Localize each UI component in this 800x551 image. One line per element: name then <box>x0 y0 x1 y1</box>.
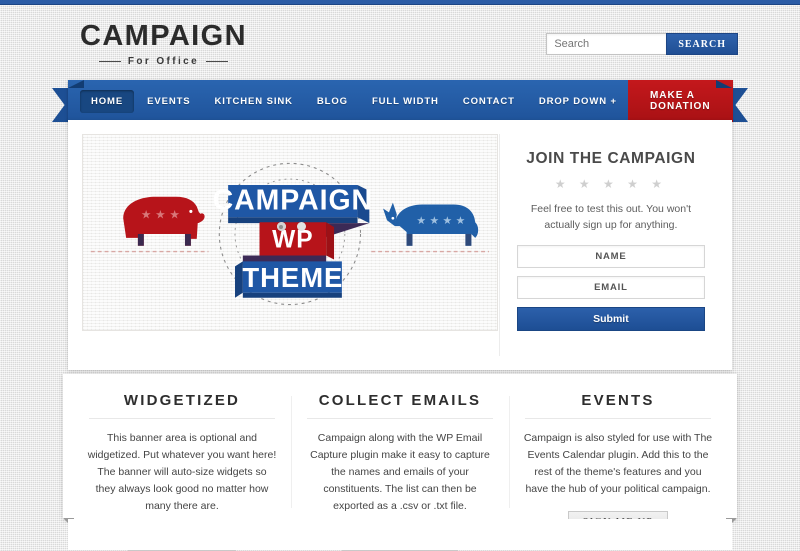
widget-collect-emails: COLLECT EMAILS Campaign along with the W… <box>291 392 509 551</box>
nav-bar: HOME EVENTS KITCHEN SINK BLOG FULL WIDTH… <box>68 80 733 122</box>
top-accent-bar <box>0 0 800 5</box>
svg-text:THEME: THEME <box>242 262 343 293</box>
nav-item-kitchen-sink[interactable]: KITCHEN SINK <box>204 90 304 113</box>
hero-slider[interactable]: ★ ★ ★ ★ ★ ★ ★ CAMPAIGN WP THEME <box>82 134 498 331</box>
star-rating-decoration: ★ ★ ★ ★ ★ <box>554 177 667 191</box>
nav-item-list: HOME EVENTS KITCHEN SINK BLOG FULL WIDTH… <box>68 89 628 113</box>
search-form: SEARCH <box>546 33 738 55</box>
search-input[interactable] <box>546 33 667 55</box>
name-input[interactable] <box>516 244 705 268</box>
main-content-panel: ★ ★ ★ ★ ★ ★ ★ CAMPAIGN WP THEME JOIN THE… <box>68 120 732 370</box>
nav-item-events[interactable]: EVENTS <box>136 90 201 113</box>
submit-button[interactable]: Submit <box>516 306 705 331</box>
hero-illustration: ★ ★ ★ ★ ★ ★ ★ CAMPAIGN WP THEME <box>90 162 489 306</box>
widget-divider <box>89 418 275 419</box>
svg-text:★ ★ ★: ★ ★ ★ <box>141 207 180 221</box>
widget-divider <box>307 418 493 419</box>
logo-rule-left <box>98 61 121 62</box>
signup-sidebar: JOIN THE CAMPAIGN ★ ★ ★ ★ ★ Feel free to… <box>498 134 718 356</box>
widget-text: This banner area is optional and widgeti… <box>87 432 277 512</box>
email-input[interactable] <box>516 275 705 299</box>
widget-text: Campaign is also styled for use with The… <box>523 432 713 495</box>
site-header: CAMPAIGN For Office SEARCH <box>0 6 800 78</box>
widget-title: EVENTS <box>581 392 655 409</box>
slider-pagination <box>80 222 502 231</box>
widget-divider <box>525 418 711 419</box>
logo-subtitle: For Office <box>127 56 200 67</box>
widget-widgetized: WIDGETIZED This banner area is optional … <box>73 392 291 551</box>
slider-dot-1[interactable] <box>276 222 286 231</box>
svg-text:CAMPAIGN: CAMPAIGN <box>213 184 373 216</box>
nav-item-home[interactable]: HOME <box>80 89 135 113</box>
nav-item-contact[interactable]: CONTACT <box>452 90 526 113</box>
signup-title: JOIN THE CAMPAIGN <box>526 150 696 167</box>
nav-item-drop-down[interactable]: DROP DOWN + <box>528 90 628 113</box>
widget-area: WIDGETIZED This banner area is optional … <box>63 374 737 551</box>
logo-rule-right <box>206 61 229 62</box>
widget-title: WIDGETIZED <box>123 392 241 409</box>
logo-title: CAMPAIGN <box>80 20 247 52</box>
signup-description: Feel free to test this out. You won't ac… <box>530 203 691 232</box>
logo-subtitle-wrap: For Office <box>80 56 247 67</box>
nav-item-blog[interactable]: BLOG <box>306 90 359 113</box>
widget-title: COLLECT EMAILS <box>318 392 482 409</box>
hero-banner-stack: CAMPAIGN WP THEME <box>213 184 373 298</box>
search-button[interactable]: SEARCH <box>666 33 738 55</box>
widget-text: Campaign along with the WP Email Capture… <box>310 432 490 512</box>
site-logo[interactable]: CAMPAIGN For Office <box>80 20 247 68</box>
slider-dot-2[interactable] <box>296 222 306 231</box>
nav-item-full-width[interactable]: FULL WIDTH <box>361 90 450 113</box>
widget-events: EVENTS Campaign is also styled for use w… <box>509 392 727 534</box>
footer-strip <box>68 519 732 550</box>
